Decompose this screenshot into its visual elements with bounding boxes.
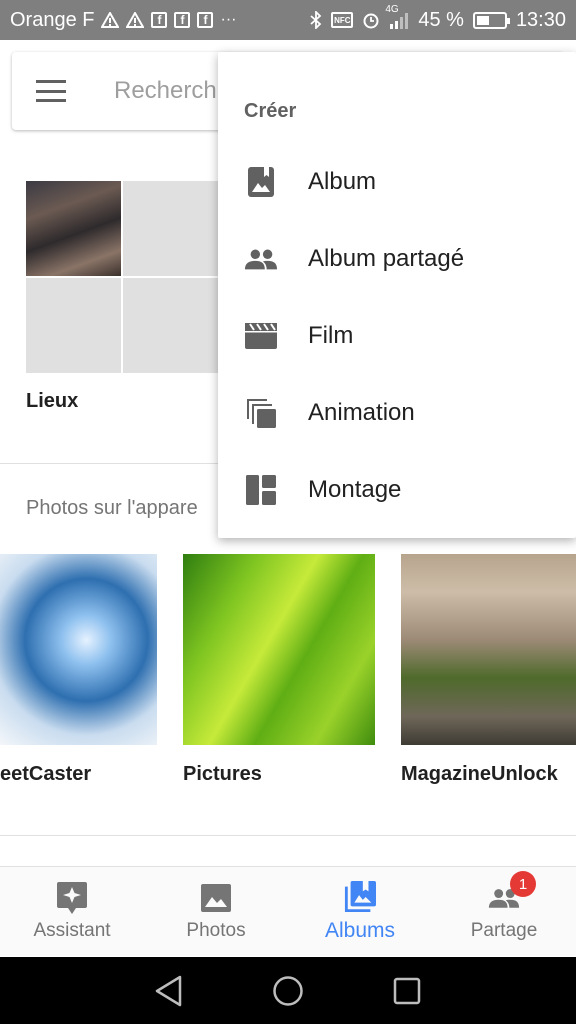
menu-item-animation[interactable]: Animation <box>218 374 576 451</box>
menu-item-label: Album <box>308 167 377 195</box>
photo-icon <box>200 882 232 914</box>
album-icon <box>244 165 278 199</box>
menu-item-label: Montage <box>308 475 402 503</box>
places-album-thumbnail[interactable] <box>26 181 220 373</box>
menu-item-collage[interactable]: Montage <box>218 451 576 528</box>
people-icon <box>244 242 278 276</box>
folder-label[interactable]: MagazineUnlock <box>401 763 558 786</box>
folder-label[interactable]: Pictures <box>183 763 262 786</box>
nav-label: Assistant <box>33 919 111 941</box>
nav-photos[interactable]: Photos <box>144 867 288 956</box>
menu-item-album[interactable]: Album <box>218 143 576 220</box>
search-input[interactable]: Recherch <box>114 77 217 105</box>
photo-placeholder <box>123 278 218 373</box>
more-icon: ··· <box>220 11 237 28</box>
nav-label: Albums <box>324 918 396 942</box>
home-icon[interactable] <box>268 971 308 1011</box>
create-menu-header: Créer <box>244 100 297 122</box>
menu-item-shared-album[interactable]: Album partagé <box>218 220 576 297</box>
system-navigation-bar <box>0 957 576 1024</box>
create-menu: Créer Album Album partagé Film Animation <box>218 52 576 538</box>
notification-badge: 1 <box>510 871 536 897</box>
nav-albums[interactable]: Albums <box>288 867 432 956</box>
device-photos-title: Photos sur l'appare <box>26 497 198 519</box>
menu-item-label: Animation <box>308 398 415 426</box>
google-photos-screen: Orange F f f f ··· NFC 4G 45 % 13:30 Rec… <box>0 0 576 1024</box>
film-icon <box>244 319 278 353</box>
photo-placeholder <box>26 278 121 373</box>
assistant-icon <box>56 881 88 914</box>
signal-icon: 4G <box>385 5 409 29</box>
warning-icon <box>126 12 145 28</box>
collage-icon <box>244 473 278 507</box>
alarm-icon <box>362 11 380 29</box>
recents-icon[interactable] <box>387 971 427 1011</box>
battery-icon <box>472 11 510 29</box>
nav-assistant[interactable]: Assistant <box>0 867 144 956</box>
albums-icon <box>344 880 376 913</box>
menu-item-label: Film <box>308 321 354 349</box>
menu-item-label: Album partagé <box>308 244 465 272</box>
facebook-icon: f <box>174 12 191 28</box>
back-icon[interactable] <box>149 971 189 1011</box>
photo-placeholder <box>123 181 218 276</box>
bluetooth-icon <box>310 11 322 29</box>
nav-sharing[interactable]: 1 Partage <box>432 867 576 956</box>
warning-icon <box>101 12 120 28</box>
clock: 13:30 <box>515 8 566 31</box>
menu-item-film[interactable]: Film <box>218 297 576 374</box>
carrier-label: Orange F <box>10 8 95 31</box>
nav-label: Partage <box>470 919 538 941</box>
battery-percent: 45 % <box>418 8 464 31</box>
folder-label[interactable]: eetCaster <box>0 763 91 786</box>
nfc-icon: NFC <box>331 12 354 28</box>
nav-label: Photos <box>186 919 246 941</box>
hamburger-menu-icon[interactable] <box>36 80 66 102</box>
network-type-label: 4G <box>385 4 399 15</box>
animation-icon <box>244 396 278 430</box>
bottom-navigation: Assistant Photos Albums 1 Partage <box>0 866 576 956</box>
facebook-icon: f <box>151 12 168 28</box>
facebook-icon: f <box>197 12 214 28</box>
folder-thumbnail[interactable] <box>183 554 375 745</box>
folder-thumbnail[interactable] <box>0 554 157 745</box>
divider <box>0 835 576 836</box>
status-bar: Orange F f f f ··· NFC 4G 45 % 13:30 <box>0 0 576 40</box>
places-album-label[interactable]: Lieux <box>26 390 78 413</box>
folder-thumbnail[interactable] <box>401 554 576 745</box>
photo-thumbnail <box>26 181 121 276</box>
